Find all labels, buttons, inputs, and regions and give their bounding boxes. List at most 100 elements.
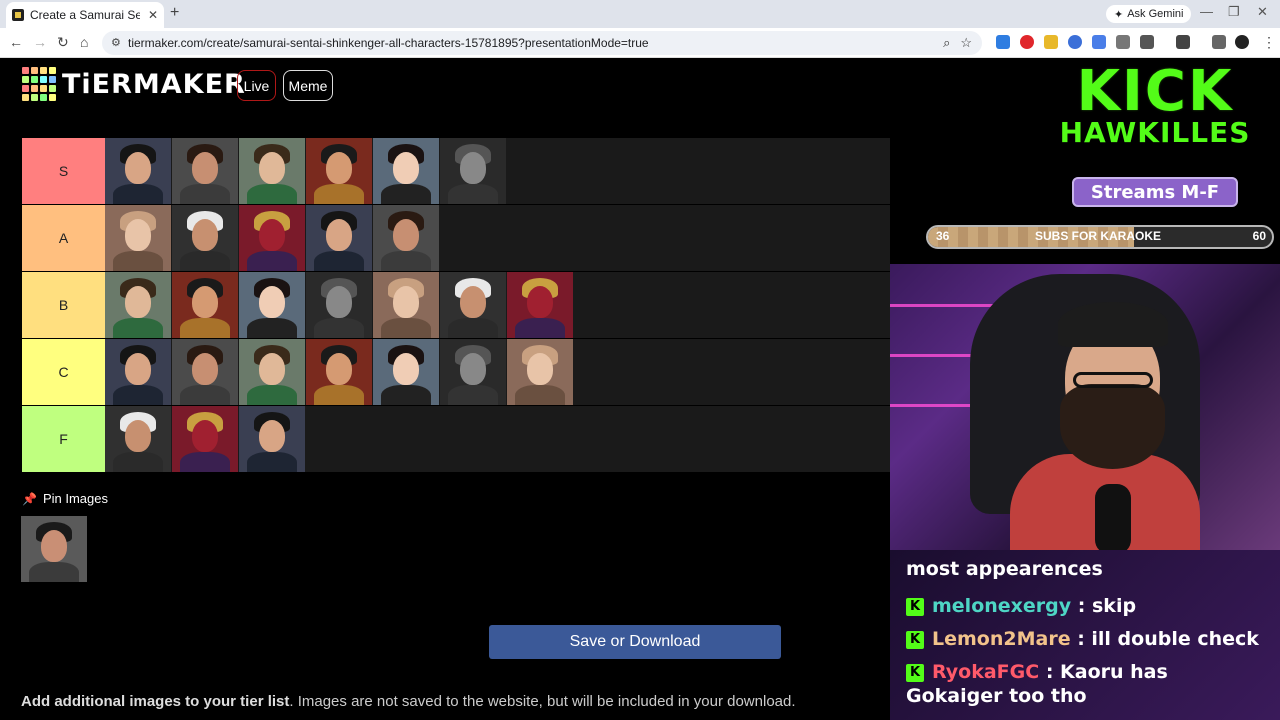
webcam-feed xyxy=(890,264,1280,550)
kick-badge-icon: K xyxy=(906,630,924,649)
character-image[interactable] xyxy=(507,272,573,338)
home-icon[interactable]: ⌂ xyxy=(80,34,88,50)
browser-tabstrip: Create a Samurai Sentai Shinke ✕ + ✦ Ask… xyxy=(0,0,1280,28)
site-info-icon[interactable]: ⚙ xyxy=(111,36,121,49)
character-image[interactable] xyxy=(373,272,439,338)
extension-icon[interactable] xyxy=(1092,35,1106,49)
character-image[interactable] xyxy=(239,138,305,204)
character-image[interactable] xyxy=(373,339,439,405)
extension-icon[interactable] xyxy=(1116,35,1130,49)
character-image[interactable] xyxy=(172,339,238,405)
tiermaker-favicon-icon xyxy=(12,9,24,21)
new-tab-button[interactable]: + xyxy=(170,5,179,21)
streamer-glasses xyxy=(1073,372,1153,388)
logo-square xyxy=(31,85,38,92)
forward-icon[interactable]: → xyxy=(33,34,47,50)
subs-goal-target: 60 xyxy=(1252,229,1266,243)
tier-items xyxy=(105,339,574,405)
logo-square xyxy=(49,67,56,74)
logo-square xyxy=(40,85,47,92)
gemini-icon: ✦ xyxy=(1114,8,1124,21)
window-close-icon[interactable]: ✕ xyxy=(1257,4,1268,20)
tiermaker-logo[interactable]: TiERMAKER xyxy=(22,67,246,101)
address-bar[interactable]: ⚙ tiermaker.com/create/samurai-sentai-sh… xyxy=(102,31,982,55)
tab-close-icon[interactable]: ✕ xyxy=(148,8,158,22)
character-image[interactable] xyxy=(105,339,171,405)
reload-icon[interactable]: ↻ xyxy=(57,34,69,51)
character-image[interactable] xyxy=(105,138,171,204)
character-image[interactable] xyxy=(373,205,439,271)
tier-items xyxy=(105,272,574,338)
logo-square xyxy=(40,76,47,83)
character-image[interactable] xyxy=(172,205,238,271)
browser-tab[interactable]: Create a Samurai Sentai Shinke ✕ xyxy=(6,2,164,28)
character-image[interactable] xyxy=(373,138,439,204)
address-url[interactable]: tiermaker.com/create/samurai-sentai-shin… xyxy=(128,36,649,50)
chat-message: Kmelonexergy : skip xyxy=(906,594,1266,618)
character-image[interactable] xyxy=(105,406,171,472)
extensions-puzzle-icon[interactable] xyxy=(1140,35,1154,49)
character-image[interactable] xyxy=(239,406,305,472)
meme-button[interactable]: Meme xyxy=(283,70,333,101)
reading-list-icon[interactable] xyxy=(1212,35,1226,49)
character-image[interactable] xyxy=(239,272,305,338)
chat-message: K Lemon2Mare : ill double check xyxy=(906,627,1266,651)
menu-kebab-icon[interactable]: ⋮ xyxy=(1262,34,1276,51)
subs-current: 36 xyxy=(936,229,950,243)
extension-icon[interactable] xyxy=(1044,35,1058,49)
character-image[interactable] xyxy=(306,272,372,338)
add-images-note[interactable]: Add additional images to your tier list.… xyxy=(21,693,796,710)
logo-square xyxy=(31,76,38,83)
chat-username: Lemon2Mare xyxy=(932,628,1071,650)
pinned-character-image[interactable] xyxy=(21,516,87,582)
tier-label[interactable]: F xyxy=(22,406,105,472)
character-image[interactable] xyxy=(172,138,238,204)
streamer-beard xyxy=(1060,384,1165,469)
bookmark-star-icon[interactable]: ☆ xyxy=(960,35,972,51)
character-image[interactable] xyxy=(105,205,171,271)
profile-avatar[interactable] xyxy=(1235,35,1249,49)
character-image[interactable] xyxy=(507,339,573,405)
logo-text: TiERMAKER xyxy=(62,68,246,100)
tier-label[interactable]: B xyxy=(22,272,105,338)
live-button[interactable]: Live xyxy=(237,70,276,101)
extension-icon[interactable] xyxy=(1020,35,1034,49)
character-image[interactable] xyxy=(306,339,372,405)
tier-label[interactable]: A xyxy=(22,205,105,271)
extension-icon[interactable] xyxy=(996,35,1010,49)
tier-row-b: B xyxy=(22,272,890,339)
streamer-cap xyxy=(1058,302,1168,347)
zoom-icon[interactable]: ⌕ xyxy=(943,35,950,51)
kick-word: KICK xyxy=(1076,59,1234,124)
logo-square xyxy=(31,94,38,101)
character-image[interactable] xyxy=(440,138,506,204)
tier-label[interactable]: C xyxy=(22,339,105,405)
tier-label[interactable]: S xyxy=(22,138,105,204)
extension-icon[interactable] xyxy=(1068,35,1082,49)
character-image[interactable] xyxy=(105,272,171,338)
ask-gemini-label: Ask Gemini xyxy=(1127,8,1184,20)
ask-gemini-button[interactable]: ✦ Ask Gemini xyxy=(1106,5,1192,23)
back-icon[interactable]: ← xyxy=(9,34,23,50)
media-icon[interactable] xyxy=(1176,35,1190,49)
pin-icon: 📌 xyxy=(22,491,37,506)
logo-grid-icon xyxy=(22,67,56,101)
streams-schedule-badge: Streams M-F xyxy=(1072,177,1238,207)
character-image[interactable] xyxy=(172,272,238,338)
character-image[interactable] xyxy=(239,205,305,271)
save-or-download-button[interactable]: Save or Download xyxy=(489,625,781,659)
browser-toolbar: ← → ↻ ⌂ ⚙ tiermaker.com/create/samurai-s… xyxy=(0,28,1280,58)
character-image[interactable] xyxy=(172,406,238,472)
tier-items xyxy=(105,205,440,271)
character-image[interactable] xyxy=(239,339,305,405)
character-image[interactable] xyxy=(440,339,506,405)
kick-hawkilles-logo: KICK HAWKILLES xyxy=(1055,59,1255,148)
pin-images-toggle[interactable]: 📌 Pin Images xyxy=(22,491,108,506)
minimize-icon[interactable]: — xyxy=(1200,4,1213,19)
character-image[interactable] xyxy=(440,272,506,338)
add-images-link[interactable]: Add additional images to your tier list xyxy=(21,693,289,710)
character-image[interactable] xyxy=(306,138,372,204)
logo-square xyxy=(40,94,47,101)
character-image[interactable] xyxy=(306,205,372,271)
restore-icon[interactable]: ❐ xyxy=(1228,4,1240,20)
